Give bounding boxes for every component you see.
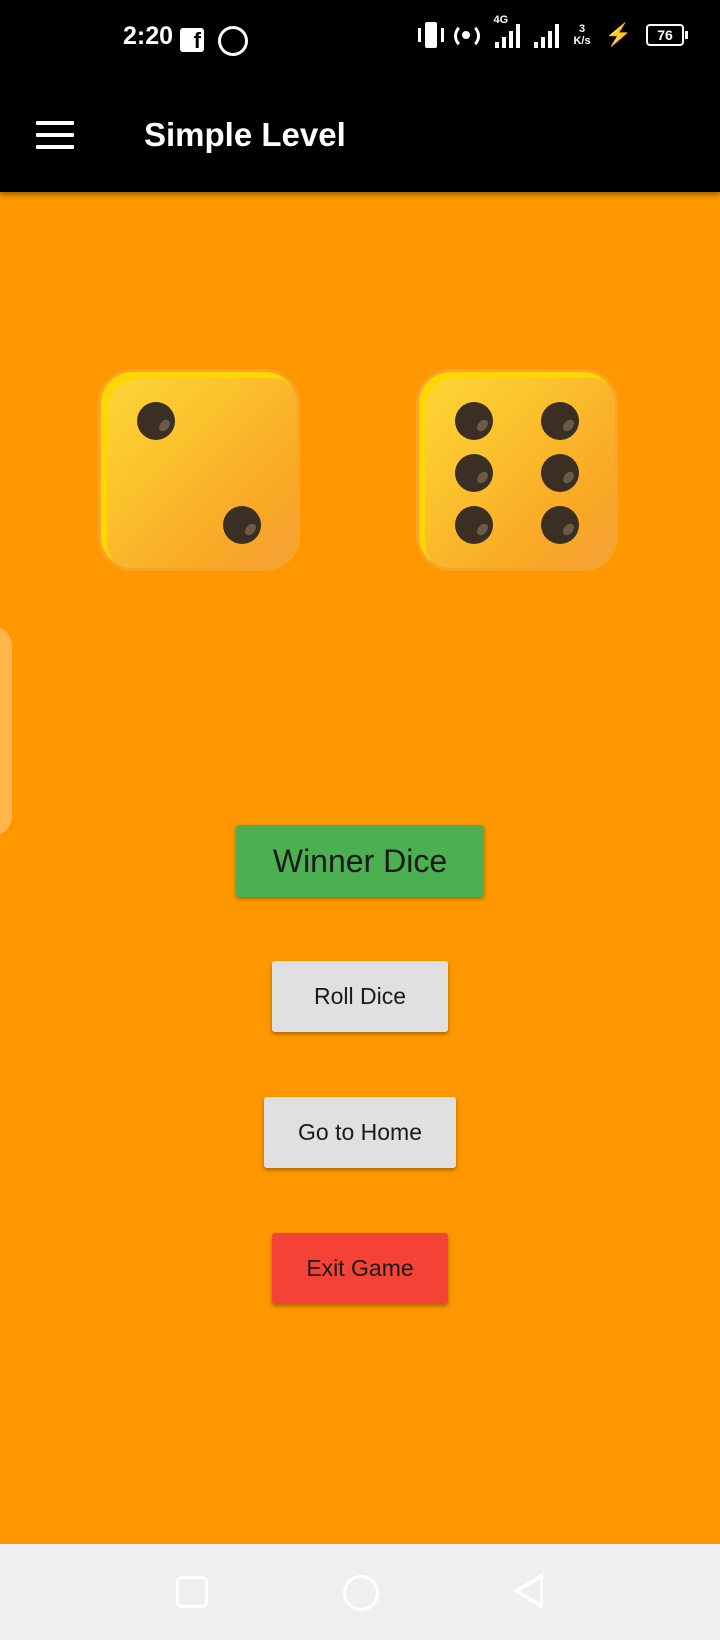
left-die	[101, 372, 297, 568]
status-bar: 2:20 f 4G 3 K/s ⚡ 76	[0, 0, 720, 80]
network-type: 4G	[493, 14, 509, 26]
die-pip	[137, 402, 175, 440]
die-pip	[541, 506, 579, 544]
page-title: Simple Level	[144, 116, 346, 153]
status-icons: 4G 3 K/s ⚡ 76	[418, 14, 688, 49]
hotspot-icon	[451, 23, 481, 49]
signal-icon	[534, 22, 560, 48]
network-speed: 3 K/s	[573, 23, 590, 47]
speed-value: 3	[578, 23, 586, 35]
back-triangle-icon[interactable]	[513, 1573, 543, 1609]
drawer-edge-handle[interactable]	[0, 626, 12, 836]
home-circle-icon[interactable]	[343, 1575, 379, 1611]
die-pip	[541, 454, 579, 492]
die-pip	[455, 506, 493, 544]
status-time: 2:20	[123, 22, 174, 50]
a-circle-icon	[218, 26, 248, 56]
hamburger-menu-icon[interactable]	[36, 121, 74, 151]
charging-icon: ⚡	[604, 22, 632, 47]
signal-icon: 4G	[493, 14, 521, 48]
die-pip	[541, 402, 579, 440]
die-pip	[455, 454, 493, 492]
die-pip	[455, 402, 493, 440]
right-die	[419, 372, 615, 568]
facebook-icon: f	[180, 28, 204, 52]
battery-icon: 76	[646, 24, 688, 46]
exit-game-button[interactable]: Exit Game	[272, 1233, 448, 1304]
go-to-home-button[interactable]: Go to Home	[264, 1097, 456, 1168]
roll-dice-button[interactable]: Roll Dice	[272, 961, 448, 1032]
app-bar: Simple Level	[0, 80, 720, 192]
speed-unit: K/s	[573, 35, 591, 47]
recents-square-icon[interactable]	[176, 1576, 208, 1608]
winner-dice-button[interactable]: Winner Dice	[236, 825, 484, 897]
vibrate-icon	[418, 22, 445, 48]
die-pip	[223, 506, 261, 544]
